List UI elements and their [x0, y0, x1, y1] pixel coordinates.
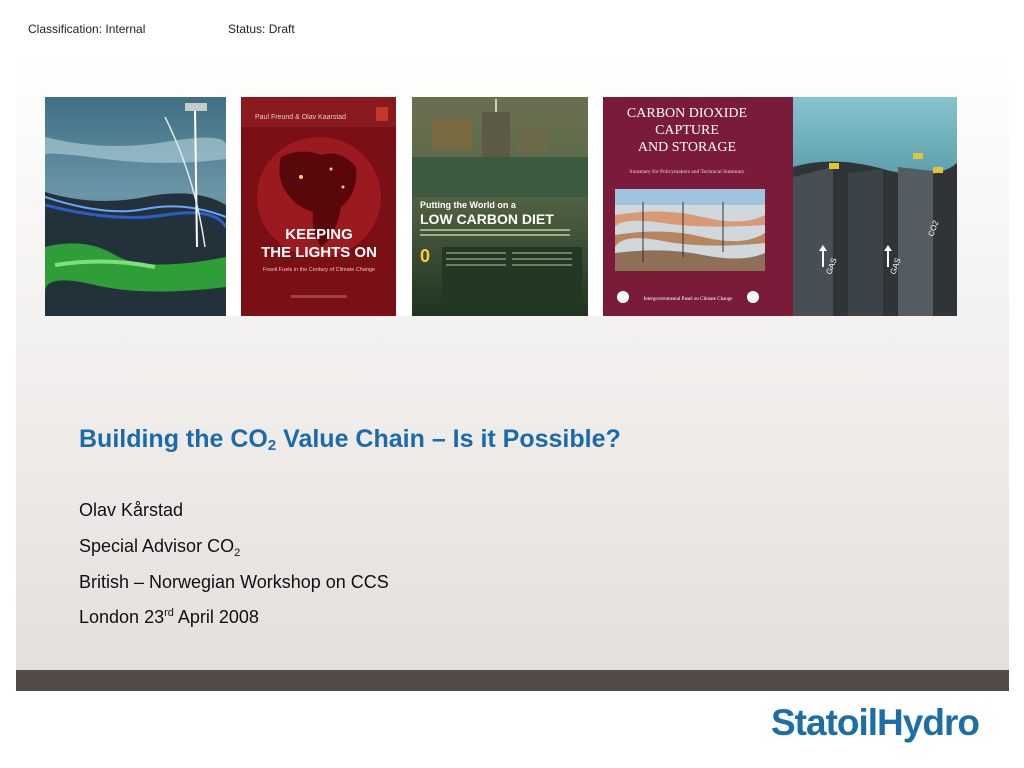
classification-label: Classification: Internal [28, 22, 146, 36]
book-authors: Paul Freund & Olav Kaarstad [255, 114, 346, 121]
gas-co2-illustration: GAS GAS CO2 [793, 97, 957, 316]
title-main: Building the CO [79, 425, 268, 453]
magazine-number: 0 [420, 246, 430, 266]
image-strip: Paul Freund & Olav Kaarstad KEEPING THE … [45, 97, 957, 316]
event-date: London 23rd April 2008 [79, 607, 259, 628]
date-superscript: rd [164, 607, 174, 619]
bottom-band [16, 670, 1009, 691]
book-subtitle: Fossil Fuels in the Century of Climate C… [263, 267, 375, 273]
date-main: London 23 [79, 607, 165, 627]
report-title-line3: AND STORAGE [638, 140, 736, 155]
statoilhydro-logo: StatoilHydro [771, 702, 980, 743]
low-carbon-diet-magazine: Putting the World on a LOW CARBON DIET 0 [412, 97, 588, 316]
role-subscript: 2 [234, 547, 241, 559]
book-title-line1: KEEPING [285, 226, 353, 243]
date-rest: April 2008 [173, 607, 259, 627]
keeping-lights-book-cover: Paul Freund & Olav Kaarstad KEEPING THE … [241, 97, 396, 316]
role-main: Special Advisor CO [79, 536, 235, 556]
magazine-headline-2: LOW CARBON DIET [420, 211, 554, 227]
book-title-line2: THE LIGHTS ON [261, 244, 377, 261]
title-subscript: 2 [267, 437, 277, 454]
report-title-line2: CAPTURE [655, 123, 719, 138]
magazine-headline-1: Putting the World on a [420, 200, 517, 210]
report-title-line1: CARBON DIOXIDE [627, 106, 747, 121]
presentation-title: Building the CO2 Value Chain – Is it Pos… [79, 425, 621, 454]
presenter-name: Olav Kårstad [79, 500, 184, 520]
status-label: Status: Draft [228, 22, 295, 36]
title-rest: Value Chain – Is it Possible? [276, 425, 621, 453]
subsea-pipeline-image [45, 97, 226, 316]
event-name: British – Norwegian Workshop on CCS [79, 572, 389, 592]
report-footer: Intergovernmental Panel on Climate Chang… [643, 297, 733, 302]
presenter-role: Special Advisor CO2 [79, 536, 240, 559]
report-subtitle: Summary for Policymakers and Technical S… [629, 168, 744, 175]
ccs-report-cover: CARBON DIOXIDE CAPTURE AND STORAGE Summa… [603, 97, 793, 316]
